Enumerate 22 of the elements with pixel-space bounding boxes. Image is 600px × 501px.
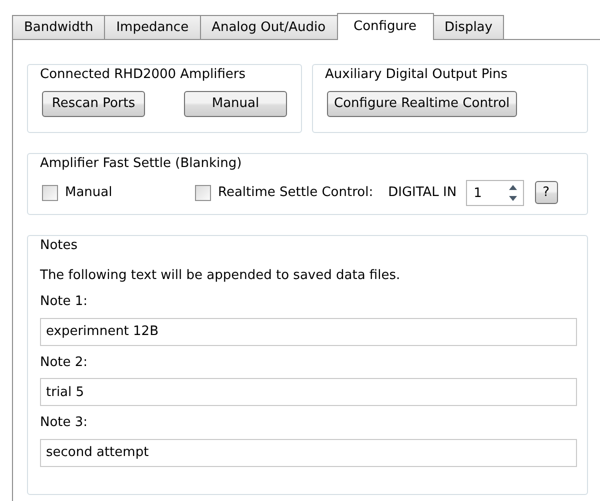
- note-label: Note 3:: [40, 414, 89, 432]
- notes-description: The following text will be appended to saved data files.: [40, 266, 402, 284]
- note-label: Note 2:: [40, 354, 89, 372]
- tab[interactable]: Bandwidth: [12, 15, 106, 39]
- button[interactable]: Manual: [184, 90, 287, 116]
- digital-in-label: DIGITAL IN: [388, 184, 457, 202]
- spin-box[interactable]: 1: [466, 180, 524, 206]
- button[interactable]: Rescan Ports: [42, 90, 145, 116]
- checkbox[interactable]: [195, 184, 211, 200]
- tab[interactable]: Configure: [336, 13, 434, 40]
- button[interactable]: Configure Realtime Control: [327, 90, 517, 116]
- help-button[interactable]: ?: [534, 181, 558, 204]
- note-field[interactable]: trial 5: [40, 378, 577, 406]
- checkbox-label: Realtime Settle Control:: [218, 184, 374, 202]
- checkbox-label: Manual: [65, 184, 114, 202]
- checkbox[interactable]: [42, 184, 58, 200]
- tab[interactable]: Analog Out/Audio: [200, 15, 338, 39]
- tab[interactable]: Impedance: [104, 15, 201, 39]
- note-field[interactable]: experimnent 12B: [40, 318, 577, 346]
- note-field[interactable]: second attempt: [40, 438, 577, 466]
- note-label: Note 1:: [40, 293, 89, 311]
- tab[interactable]: Display: [432, 15, 504, 39]
